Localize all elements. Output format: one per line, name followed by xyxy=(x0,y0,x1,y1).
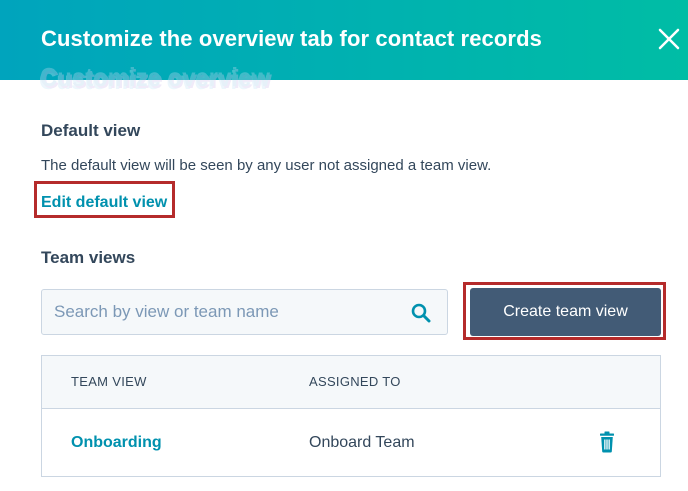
column-header-team-view[interactable]: TEAM VIEW xyxy=(71,374,147,389)
assigned-to-value: Onboard Team xyxy=(309,434,415,451)
close-icon[interactable] xyxy=(652,24,684,56)
default-view-heading: Default view xyxy=(41,121,141,140)
search-input[interactable] xyxy=(54,290,394,334)
trash-icon[interactable] xyxy=(598,431,616,453)
team-view-link[interactable]: Onboarding xyxy=(71,434,162,452)
search-box xyxy=(41,289,448,335)
modal-title: Customize the overview tab for contact r… xyxy=(41,26,542,51)
table-header: TEAM VIEW ASSIGNED TO xyxy=(42,356,660,409)
default-view-description: The default view will be seen by any use… xyxy=(41,157,492,174)
team-views-heading: Team views xyxy=(41,248,136,267)
search-icon[interactable] xyxy=(411,303,431,323)
edit-default-view-link[interactable]: Edit default view xyxy=(41,194,167,212)
team-views-table: TEAM VIEW ASSIGNED TO Onboarding Onboard… xyxy=(41,355,661,477)
column-header-assigned-to[interactable]: ASSIGNED TO xyxy=(309,374,401,389)
create-team-view-button[interactable]: Create team view xyxy=(470,288,661,336)
table-row: Onboarding Onboard Team xyxy=(42,409,660,476)
modal-header: Customize the overview tab for contact r… xyxy=(0,0,688,80)
